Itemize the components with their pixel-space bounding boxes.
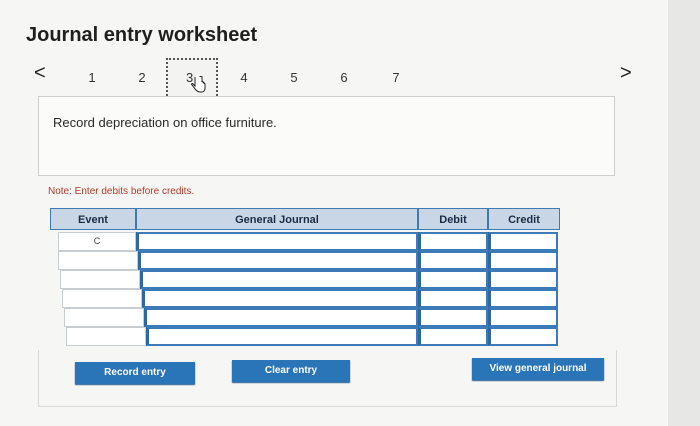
event-cell[interactable] (66, 327, 146, 346)
hand-cursor-icon (191, 76, 206, 93)
instruction-box: Record depreciation on office furniture. (38, 96, 615, 176)
table-row (50, 251, 560, 270)
credit-field[interactable] (488, 270, 558, 289)
page-title: Journal entry worksheet (26, 24, 258, 46)
column-header-event: Event (50, 208, 136, 230)
next-arrow-icon[interactable]: > (620, 62, 632, 85)
journal-account-field[interactable] (136, 232, 418, 251)
instruction-text: Record depreciation on office furniture. (53, 115, 277, 130)
note-text: Note: Enter debits before credits. (48, 186, 195, 197)
column-header-credit: Credit (488, 208, 560, 230)
journal-grid: Event General Journal Debit Credit C (50, 208, 560, 348)
view-general-journal-button[interactable]: View general journal (472, 358, 604, 380)
column-header-general-journal: General Journal (136, 208, 418, 230)
journal-account-field[interactable] (140, 270, 418, 289)
credit-field[interactable] (488, 289, 558, 308)
event-cell[interactable] (64, 308, 144, 327)
event-cell[interactable] (60, 270, 140, 289)
background-shade (668, 0, 700, 426)
prev-arrow-icon[interactable]: < (34, 62, 46, 85)
event-cell[interactable]: C (58, 232, 136, 251)
table-row (50, 327, 560, 346)
debit-field[interactable] (418, 289, 488, 308)
tab-1[interactable]: 1 (82, 70, 102, 85)
tab-5[interactable]: 5 (284, 70, 304, 85)
debit-field[interactable] (418, 251, 488, 270)
debit-field[interactable] (418, 270, 488, 289)
table-row (50, 308, 560, 327)
event-cell[interactable] (62, 289, 142, 308)
column-header-debit: Debit (418, 208, 488, 230)
journal-account-field[interactable] (138, 251, 418, 270)
debit-field[interactable] (418, 327, 488, 346)
debit-field[interactable] (418, 232, 488, 251)
table-row (50, 289, 560, 308)
credit-field[interactable] (488, 327, 558, 346)
tab-4[interactable]: 4 (234, 70, 254, 85)
tab-7[interactable]: 7 (386, 70, 406, 85)
clear-entry-button[interactable]: Clear entry (232, 360, 350, 382)
table-row (50, 270, 560, 289)
table-row: C (50, 232, 560, 251)
credit-field[interactable] (488, 251, 558, 270)
journal-account-field[interactable] (144, 308, 418, 327)
credit-field[interactable] (488, 232, 558, 251)
tab-6[interactable]: 6 (334, 70, 354, 85)
record-entry-button[interactable]: Record entry (75, 362, 195, 384)
journal-account-field[interactable] (142, 289, 418, 308)
event-cell[interactable] (58, 251, 138, 270)
debit-field[interactable] (418, 308, 488, 327)
tab-2[interactable]: 2 (132, 70, 152, 85)
tab-3[interactable]: 3 (166, 58, 218, 100)
credit-field[interactable] (488, 308, 558, 327)
journal-account-field[interactable] (146, 327, 418, 346)
